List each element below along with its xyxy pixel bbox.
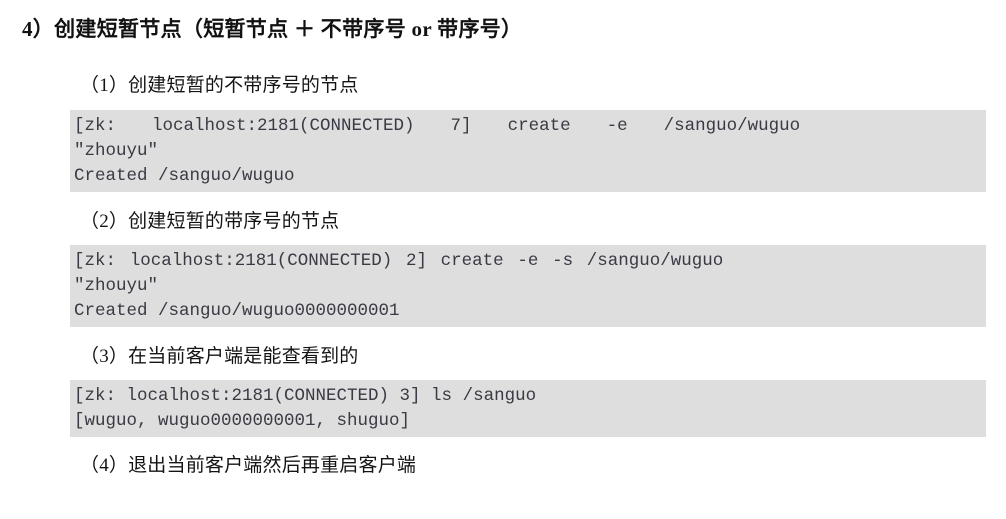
code-block-3: [zk: localhost:2181(CONNECTED) 3] ls /sa…: [70, 380, 986, 437]
code-line: [zk: localhost:2181(CONNECTED) 2] create…: [74, 251, 724, 271]
code-line: "zhouyu": [74, 276, 159, 296]
code-block-1: [zk: localhost:2181(CONNECTED) 7] create…: [70, 110, 986, 192]
document-page: 4）创建短暂节点（短暂节点 ＋ 不带序号 or 带序号） （1）创建短暂的不带序…: [0, 0, 1006, 519]
section-heading-4: （4）退出当前客户端然后再重启客户端: [80, 455, 417, 476]
code-line: [zk: localhost:2181(CONNECTED) 3] ls /sa…: [74, 386, 537, 406]
code-line: [wuguo, wuguo0000000001, shuguo]: [74, 411, 411, 431]
page-title: 4）创建短暂节点（短暂节点 ＋ 不带序号 or 带序号）: [22, 17, 523, 41]
section-heading-1: （1）创建短暂的不带序号的节点: [80, 75, 359, 96]
code-line: Created /sanguo/wuguo: [74, 166, 295, 186]
code-block-2: [zk: localhost:2181(CONNECTED) 2] create…: [70, 245, 986, 327]
section-heading-3: （3）在当前客户端是能查看到的: [80, 346, 359, 367]
code-line: [zk: localhost:2181(CONNECTED) 7] create…: [74, 116, 801, 136]
code-line: Created /sanguo/wuguo0000000001: [74, 301, 400, 321]
code-line: "zhouyu": [74, 141, 159, 161]
section-heading-2: （2）创建短暂的带序号的节点: [80, 211, 340, 232]
